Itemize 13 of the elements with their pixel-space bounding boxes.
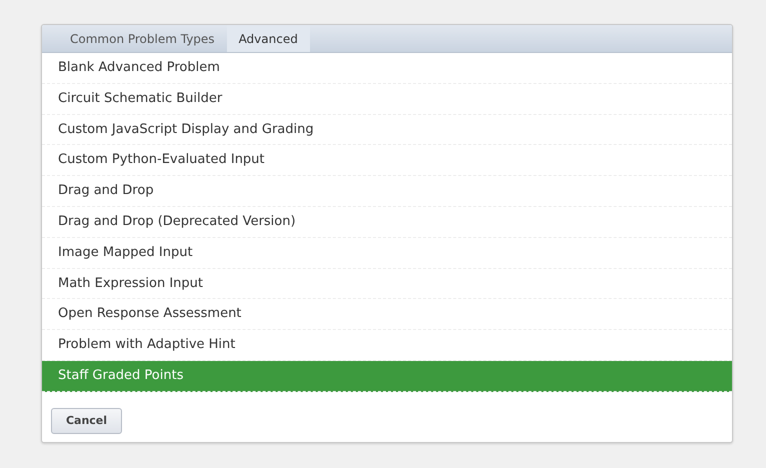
problem-type-item[interactable]: Circuit Schematic Builder bbox=[42, 84, 732, 115]
problem-type-item[interactable]: Image Mapped Input bbox=[42, 238, 732, 269]
problem-type-item[interactable]: Custom Python-Evaluated Input bbox=[42, 145, 732, 176]
problem-type-item[interactable]: Blank Advanced Problem bbox=[42, 53, 732, 84]
tab[interactable]: Common Problem Types bbox=[58, 25, 227, 52]
problem-type-item[interactable]: Staff Graded Points bbox=[42, 360, 732, 392]
tab[interactable]: Advanced bbox=[226, 25, 310, 52]
problem-type-item[interactable]: Drag and Drop (Deprecated Version) bbox=[42, 206, 732, 238]
problem-type-item[interactable]: Open Response Assessment bbox=[42, 299, 732, 330]
cancel-button[interactable]: Cancel bbox=[51, 408, 122, 434]
problem-type-item[interactable]: Custom JavaScript Display and Grading bbox=[42, 114, 732, 146]
problem-type-item[interactable]: Math Expression Input bbox=[42, 268, 732, 300]
problem-type-item[interactable]: Drag and Drop bbox=[42, 176, 732, 207]
